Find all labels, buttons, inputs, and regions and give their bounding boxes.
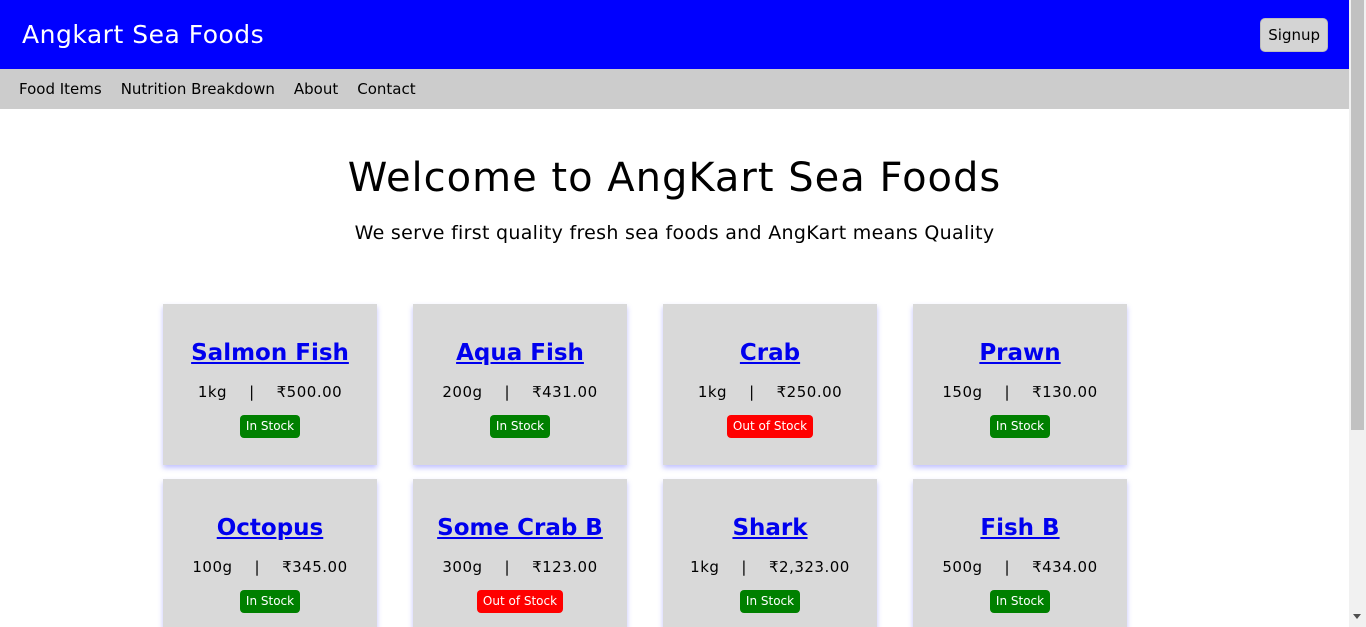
product-weight: 300g xyxy=(442,558,483,576)
product-card: Fish B 500g | ₹434.00 In Stock xyxy=(913,479,1127,627)
stock-badge: In Stock xyxy=(739,590,801,613)
product-card: Shark 1kg | ₹2,323.00 In Stock xyxy=(663,479,877,627)
product-grid: Salmon Fish 1kg | ₹500.00 In Stock Aqua Fi… xyxy=(163,304,1127,627)
product-price: ₹431.00 xyxy=(532,383,598,401)
stock-badge: In Stock xyxy=(489,415,551,438)
meta-separator: | xyxy=(749,383,755,401)
brand-title: Angkart Sea Foods xyxy=(22,20,265,49)
site-header: Angkart Sea Foods Signup xyxy=(0,0,1349,69)
product-link[interactable]: Salmon Fish xyxy=(191,340,349,366)
page-title: Welcome to AngKart Sea Foods xyxy=(347,155,1002,201)
product-price: ₹250.00 xyxy=(776,383,843,401)
product-link[interactable]: Octopus xyxy=(217,515,324,541)
product-weight: 150g xyxy=(942,383,983,401)
product-price: ₹434.00 xyxy=(1032,558,1098,576)
scroll-down-arrow-icon[interactable] xyxy=(1353,614,1361,619)
signup-button[interactable]: Signup xyxy=(1260,17,1328,52)
product-weight: 1kg xyxy=(197,383,228,401)
stock-badge: In Stock xyxy=(989,415,1051,438)
page: Angkart Sea Foods Signup Food Items Nutr… xyxy=(0,0,1349,627)
product-meta: 1kg | ₹250.00 xyxy=(663,383,877,401)
nav-item-nutrition-breakdown[interactable]: Nutrition Breakdown xyxy=(121,80,275,98)
scrollbar-thumb[interactable] xyxy=(1351,0,1364,430)
product-meta: 200g | ₹431.00 xyxy=(413,383,627,401)
page-subtitle: We serve first quality fresh sea foods a… xyxy=(354,222,995,244)
meta-separator: | xyxy=(504,383,511,401)
nav-item-food-items[interactable]: Food Items xyxy=(19,80,102,98)
product-card: Salmon Fish 1kg | ₹500.00 In Stock xyxy=(163,304,377,465)
product-card: Some Crab B 300g | ₹123.00 Out of Stock xyxy=(413,479,627,627)
stock-badge: In Stock xyxy=(989,590,1051,613)
meta-separator: | xyxy=(1004,383,1011,401)
product-link[interactable]: Shark xyxy=(732,515,807,541)
meta-separator: | xyxy=(249,383,255,401)
nav-item-contact[interactable]: Contact xyxy=(357,80,415,98)
product-weight: 1kg xyxy=(697,383,728,401)
product-weight: 200g xyxy=(442,383,483,401)
stock-badge: In Stock xyxy=(239,415,301,438)
product-meta: 300g | ₹123.00 xyxy=(413,558,627,576)
product-card: Aqua Fish 200g | ₹431.00 In Stock xyxy=(413,304,627,465)
product-meta: 1kg | ₹2,323.00 xyxy=(663,558,877,576)
meta-separator: | xyxy=(1004,558,1011,576)
stock-badge: Out of Stock xyxy=(476,590,564,613)
product-meta: 150g | ₹130.00 xyxy=(913,383,1127,401)
nav-item-about[interactable]: About xyxy=(294,80,338,98)
product-price: ₹500.00 xyxy=(276,383,343,401)
product-meta: 500g | ₹434.00 xyxy=(913,558,1127,576)
product-weight: 1kg xyxy=(690,558,720,576)
meta-separator: | xyxy=(504,558,511,576)
stock-badge: In Stock xyxy=(239,590,301,613)
product-link[interactable]: Fish B xyxy=(980,515,1059,541)
product-weight: 100g xyxy=(192,558,233,576)
product-price: ₹345.00 xyxy=(282,558,348,576)
product-card: Crab 1kg | ₹250.00 Out of Stock xyxy=(663,304,877,465)
product-price: ₹130.00 xyxy=(1032,383,1098,401)
product-price: ₹123.00 xyxy=(532,558,598,576)
product-link[interactable]: Crab xyxy=(740,340,800,366)
meta-separator: | xyxy=(741,558,747,576)
main-nav: Food Items Nutrition Breakdown About Con… xyxy=(0,69,1349,109)
product-link[interactable]: Prawn xyxy=(979,340,1060,366)
product-weight: 500g xyxy=(942,558,983,576)
product-link[interactable]: Aqua Fish xyxy=(456,340,584,366)
product-meta: 100g | ₹345.00 xyxy=(163,558,377,576)
meta-separator: | xyxy=(254,558,261,576)
stock-badge: Out of Stock xyxy=(726,415,814,438)
vertical-scrollbar[interactable] xyxy=(1349,0,1366,627)
product-card: Octopus 100g | ₹345.00 In Stock xyxy=(163,479,377,627)
hero-section: Welcome to AngKart Sea Foods We serve fi… xyxy=(0,155,1349,244)
product-link[interactable]: Some Crab B xyxy=(437,515,603,541)
product-meta: 1kg | ₹500.00 xyxy=(163,383,377,401)
product-price: ₹2,323.00 xyxy=(768,558,850,576)
product-card: Prawn 150g | ₹130.00 In Stock xyxy=(913,304,1127,465)
